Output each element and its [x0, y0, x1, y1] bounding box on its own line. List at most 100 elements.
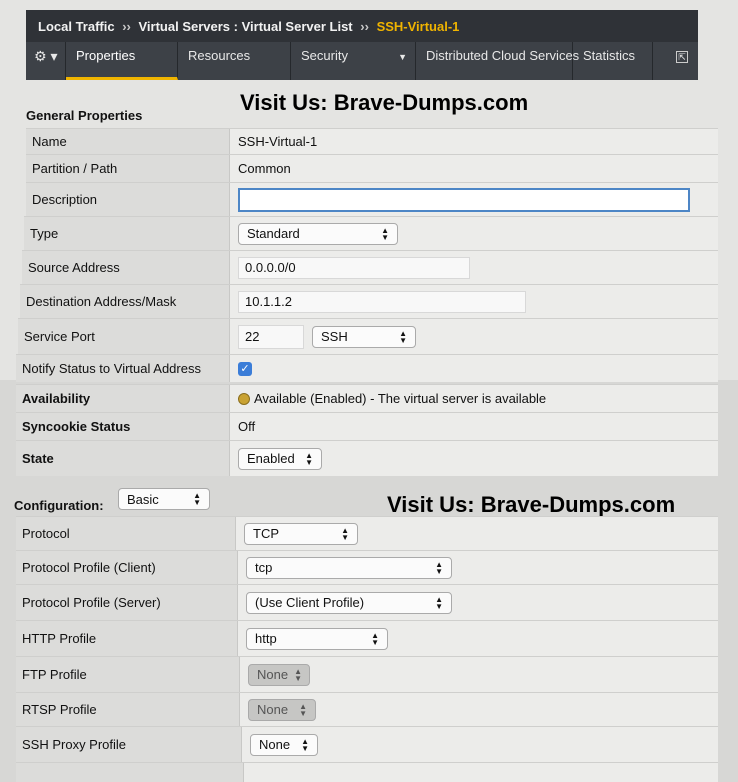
protocol-select-value: TCP [253, 526, 279, 541]
protocol-client-label: Protocol Profile (Client) [16, 551, 238, 584]
service-port-select[interactable]: SSH ▲ ▼ [312, 325, 416, 348]
row-partition: Partition / Path Common [26, 154, 718, 182]
service-port-label: Service Port [18, 319, 230, 354]
select-arrows-icon: ▲ ▼ [371, 630, 379, 647]
tab-distributed-cloud-services[interactable]: Distributed Cloud Services [416, 42, 579, 80]
protocol-server-select[interactable]: (Use Client Profile) ▲ ▼ [246, 591, 452, 614]
http-profile-value: http [255, 631, 277, 646]
row-description: Description [26, 182, 718, 216]
service-port-select-value: SSH [321, 329, 348, 344]
type-label: Type [24, 217, 230, 250]
row-ftp-profile: FTP Profile None ▲ ▼ [16, 656, 718, 692]
status-available-icon [238, 392, 250, 405]
row-http-profile: HTTP Profile http ▲ ▼ [16, 620, 718, 656]
protocol-client-select[interactable]: tcp ▲ ▼ [246, 556, 452, 579]
select-arrows-icon: ▲ ▼ [399, 328, 407, 345]
tab-statistics[interactable]: Statistics [573, 42, 653, 80]
watermark-middle: Visit Us: Brave-Dumps.com [387, 492, 676, 517]
tab-security[interactable]: Security ▼ [291, 42, 416, 80]
tab-security-label: Security [301, 48, 348, 63]
select-arrows-icon: ▲ ▼ [294, 666, 302, 683]
select-arrows-icon: ▲ ▼ [381, 225, 389, 242]
protocol-server-label: Protocol Profile (Server) [16, 585, 238, 620]
select-arrows-icon: ▲ ▼ [435, 594, 443, 611]
configuration-mode-select[interactable]: Basic ▲ ▼ [118, 488, 210, 510]
tab-bar: ⚙ ▾ Properties Resources Security ▼ Dist… [26, 42, 698, 80]
source-address-label: Source Address [22, 251, 230, 284]
rtsp-profile-value: None [257, 702, 289, 717]
protocol-server-value: (Use Client Profile) [255, 595, 365, 610]
row-rtsp-profile: RTSP Profile None ▲ ▼ [16, 692, 718, 726]
rtsp-profile-label: RTSP Profile [16, 693, 240, 726]
breadcrumb-separator: ›› [122, 19, 131, 34]
notify-status-checkbox[interactable]: ✓ [238, 361, 252, 376]
destination-label: Destination Address/Mask [20, 285, 230, 318]
destination-input[interactable]: 10.1.1.2 [238, 290, 526, 313]
availability-label: Availability [16, 385, 230, 412]
row-notify-status: Notify Status to Virtual Address ✓ [16, 354, 718, 382]
http-profile-select[interactable]: http ▲ ▼ [246, 627, 388, 650]
row-availability: Availability Available (Enabled) - The v… [16, 384, 718, 412]
row-state: State Enabled ▲ ▼ [16, 440, 718, 476]
row-destination: Destination Address/Mask 10.1.1.2 [20, 284, 718, 318]
ssh-proxy-profile-value: None [259, 737, 291, 752]
state-select-value: Enabled [247, 451, 295, 466]
tab-properties[interactable]: Properties [66, 42, 178, 80]
general-properties-title: General Properties [26, 108, 143, 123]
type-select-value: Standard [247, 226, 300, 241]
source-address-input[interactable]: 0.0.0.0/0 [238, 256, 470, 279]
row-protocol-server: Protocol Profile (Server) (Use Client Pr… [16, 584, 718, 620]
tab-resources[interactable]: Resources [178, 42, 291, 80]
partition-label: Partition / Path [26, 155, 230, 182]
name-value: SSH-Virtual-1 [230, 129, 718, 154]
syncookie-value: Off [230, 413, 718, 440]
select-arrows-icon: ▲ ▼ [341, 525, 349, 542]
state-select[interactable]: Enabled ▲ ▼ [238, 447, 322, 470]
row-name: Name SSH-Virtual-1 [26, 128, 718, 154]
syncookie-label: Syncookie Status [16, 413, 230, 440]
breadcrumb-virtual-server-list[interactable]: Virtual Servers : Virtual Server List [139, 19, 353, 34]
configuration-mode-value: Basic [127, 491, 159, 507]
breadcrumb-current: SSH-Virtual-1 [376, 19, 460, 34]
expand-icon[interactable]: ⇱ [676, 42, 698, 80]
ftp-profile-select: None ▲ ▼ [248, 663, 310, 686]
select-arrows-icon: ▲ ▼ [435, 559, 443, 576]
type-select[interactable]: Standard ▲ ▼ [238, 222, 398, 245]
protocol-label: Protocol [16, 517, 236, 550]
notify-status-label: Notify Status to Virtual Address [16, 355, 230, 382]
ssh-proxy-profile-label: SSH Proxy Profile [16, 727, 242, 762]
select-arrows-icon: ▲ ▼ [305, 450, 313, 467]
service-port-input[interactable]: 22 [238, 324, 304, 349]
breadcrumb-separator: ›› [360, 19, 369, 34]
partition-value: Common [230, 155, 718, 182]
ftp-profile-label: FTP Profile [16, 657, 240, 692]
protocol-select[interactable]: TCP ▲ ▼ [244, 522, 358, 545]
select-arrows-icon: ▲ ▼ [193, 491, 201, 507]
description-label: Description [26, 183, 230, 216]
row-ssh-proxy-profile: SSH Proxy Profile None ▲ ▼ [16, 726, 718, 762]
protocol-client-value: tcp [255, 560, 273, 575]
row-source-address: Source Address 0.0.0.0/0 [22, 250, 718, 284]
row-syncookie: Syncookie Status Off [16, 412, 718, 440]
gear-menu-icon[interactable]: ⚙ ▾ [26, 42, 66, 80]
availability-value: Available (Enabled) - The virtual server… [254, 391, 547, 406]
configuration-title: Configuration: [14, 498, 104, 513]
ftp-profile-value: None [257, 667, 289, 682]
row-partial [16, 762, 718, 782]
ssh-proxy-profile-select[interactable]: None ▲ ▼ [250, 733, 318, 756]
chevron-down-icon: ▼ [398, 52, 407, 62]
breadcrumb-local-traffic[interactable]: Local Traffic [38, 19, 115, 34]
breadcrumb: Local Traffic ›› Virtual Servers : Virtu… [26, 10, 698, 42]
select-arrows-icon: ▲ ▼ [299, 701, 307, 718]
http-profile-label: HTTP Profile [16, 621, 238, 656]
watermark-top: Visit Us: Brave-Dumps.com [240, 90, 529, 115]
row-protocol: Protocol TCP ▲ ▼ [16, 516, 718, 550]
row-service-port: Service Port 22 SSH ▲ ▼ [18, 318, 718, 354]
row-protocol-client: Protocol Profile (Client) tcp ▲ ▼ [16, 550, 718, 584]
row-type: Type Standard ▲ ▼ [24, 216, 718, 250]
rtsp-profile-select: None ▲ ▼ [248, 698, 316, 721]
name-label: Name [26, 129, 230, 154]
description-input[interactable] [238, 187, 690, 212]
select-arrows-icon: ▲ ▼ [301, 736, 309, 753]
state-label: State [16, 441, 230, 476]
